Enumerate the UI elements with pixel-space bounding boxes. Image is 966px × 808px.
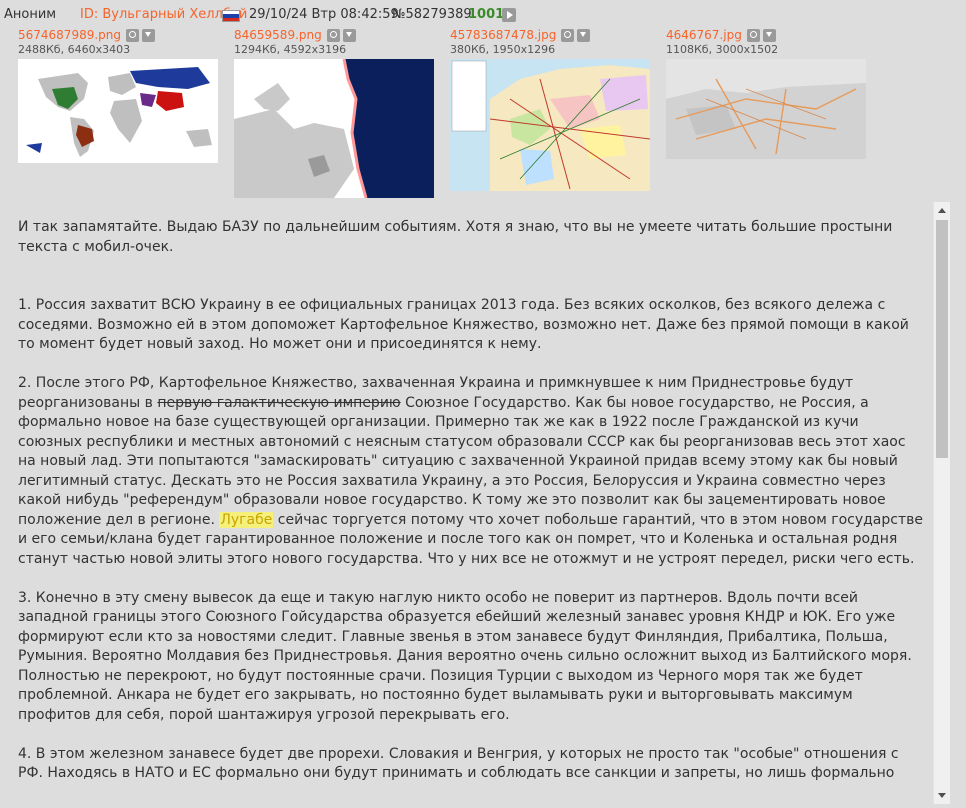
poster-name: Аноним xyxy=(4,7,57,22)
scroll-up-icon[interactable] xyxy=(934,202,950,219)
scroll-down-icon[interactable] xyxy=(934,787,950,804)
post-header: Аноним ID: Вульгарный Хеллбой 29/10/24 В… xyxy=(0,6,960,24)
search-icon[interactable] xyxy=(126,29,140,42)
eurasia-map-thumbnail[interactable] xyxy=(666,59,866,159)
download-icon[interactable] xyxy=(762,29,776,42)
post-paragraph: 3. Конечно в эту смену вывесок да еще и … xyxy=(18,589,912,723)
file-meta: 380Кб, 1950x1296 xyxy=(450,43,556,56)
search-icon[interactable] xyxy=(746,29,760,42)
scrollbar-thumb[interactable] xyxy=(936,220,948,458)
attachment-4: 4646767.jpg 1108Кб, 3000x1502 xyxy=(666,28,779,57)
file-name[interactable]: 45783687478.jpg xyxy=(450,28,556,42)
file-name[interactable]: 84659589.png xyxy=(234,28,322,42)
reply-count[interactable]: 1001 xyxy=(468,6,504,24)
play-icon[interactable] xyxy=(502,8,516,22)
europe-map-thumbnail[interactable] xyxy=(234,59,434,198)
file-name[interactable]: 4646767.jpg xyxy=(666,28,742,42)
download-icon[interactable] xyxy=(142,29,156,42)
strikethrough-text: первую галактическую империю xyxy=(157,394,401,411)
attachment-3: 45783687478.jpg 380Кб, 1950x1296 xyxy=(450,28,593,57)
post-paragraph: 2. После этого РФ, Картофельное Княжеств… xyxy=(18,374,923,569)
file-meta: 1294Кб, 4592x3196 xyxy=(234,43,347,56)
europe-political-map-thumbnail[interactable] xyxy=(450,59,650,191)
download-icon[interactable] xyxy=(577,29,591,42)
download-icon[interactable] xyxy=(342,29,356,42)
scrollbar[interactable] xyxy=(933,202,950,804)
text-segment: Союзное Государство. Как бы новое госуда… xyxy=(18,394,906,528)
world-map-thumbnail[interactable] xyxy=(18,59,218,163)
search-icon[interactable] xyxy=(326,29,340,42)
post-paragraph: И так запамятайте. Выдаю БАЗУ по дальней… xyxy=(18,219,893,255)
post-body: И так запамятайте. Выдаю БАЗУ по дальней… xyxy=(0,202,933,808)
search-icon[interactable] xyxy=(561,29,575,42)
post-paragraph: 1. Россия захватит ВСЮ Украину в ее офиц… xyxy=(18,297,909,352)
highlighted-text: Лугабе xyxy=(219,511,274,528)
file-name[interactable]: 5674687989.png xyxy=(18,28,121,42)
post-paragraph: 4. В этом железном занавесе будет две пр… xyxy=(18,745,899,782)
post-number[interactable]: №58279389 xyxy=(392,6,472,24)
file-meta: 1108Кб, 3000x1502 xyxy=(666,43,779,56)
attachment-2: 84659589.png 1294Кб, 4592x3196 xyxy=(234,28,359,57)
attachment-1: 5674687989.png 2488Кб, 6460x3403 xyxy=(18,28,158,57)
post-date: 29/10/24 Втр 08:42:59 xyxy=(249,7,399,22)
file-meta: 2488Кб, 6460x3403 xyxy=(18,43,131,56)
russia-flag-icon xyxy=(222,10,240,22)
